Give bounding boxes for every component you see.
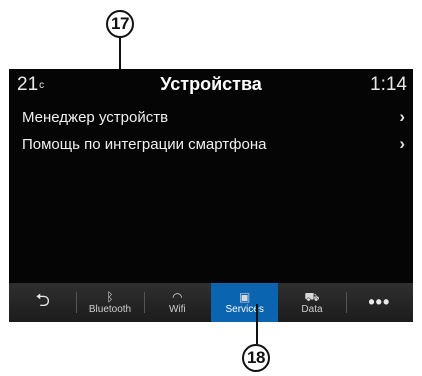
services-icon: ▣: [238, 289, 251, 304]
tab-data[interactable]: ⛟ Data: [278, 283, 345, 322]
more-button[interactable]: •••: [345, 283, 413, 322]
tab-label: Wifi: [168, 303, 186, 315]
menu-item-device-manager[interactable]: Менеджер устройств ›: [9, 104, 413, 131]
wifi-icon: ◠: [172, 289, 183, 304]
infotainment-screen: 21c Устройства 1:14 Менеджер устройств ›…: [9, 69, 413, 322]
chevron-right-icon: ›: [399, 134, 405, 153]
more-icon: •••: [368, 292, 391, 312]
menu-item-label: Менеджер устройств: [22, 109, 169, 126]
bluetooth-icon: ᛒ: [106, 289, 114, 304]
back-arrow-icon: ⮌: [35, 289, 50, 310]
menu-item-smartphone-integration-help[interactable]: Помощь по интеграции смартфона ›: [9, 131, 413, 158]
callout-18: 18: [242, 344, 270, 372]
back-button[interactable]: ⮌: [9, 283, 76, 322]
tab-services[interactable]: ▣ Services: [210, 283, 279, 322]
bottom-nav-bar: ⮌ ᛒ Bluetooth ◠ Wifi ▣ Services ⛟ Data •…: [9, 283, 413, 322]
tab-label: Bluetooth: [88, 303, 132, 315]
callout-18-leader: [256, 304, 258, 344]
tab-label: Services: [225, 303, 264, 315]
tab-bluetooth[interactable]: ᛒ Bluetooth: [76, 283, 143, 322]
menu-item-label: Помощь по интеграции смартфона: [22, 136, 267, 153]
status-bar: 21c Устройства 1:14: [9, 69, 413, 99]
clock: 1:14: [370, 74, 407, 95]
chevron-right-icon: ›: [399, 107, 405, 126]
settings-menu: Менеджер устройств › Помощь по интеграци…: [9, 104, 413, 158]
callout-17: 17: [106, 10, 134, 38]
car-data-icon: ⛟: [304, 289, 320, 304]
page-title: Устройства: [160, 74, 262, 94]
tab-wifi[interactable]: ◠ Wifi: [143, 283, 211, 322]
tab-label: Data: [301, 303, 323, 315]
